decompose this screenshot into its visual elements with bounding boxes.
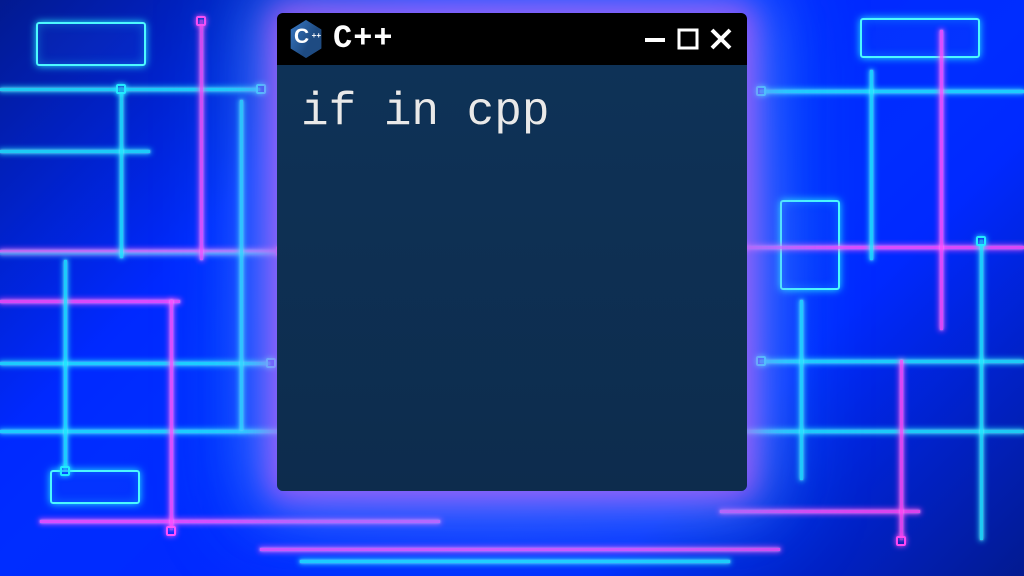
cpp-logo-icon: C ++ xyxy=(289,20,323,58)
minimize-button[interactable] xyxy=(643,27,667,51)
window-title: C++ xyxy=(333,23,643,55)
maximize-button[interactable] xyxy=(677,28,699,50)
window-controls xyxy=(643,27,733,51)
close-icon xyxy=(709,27,733,51)
maximize-icon xyxy=(677,28,699,50)
titlebar[interactable]: C ++ C++ xyxy=(277,13,747,65)
terminal-body[interactable]: if in cpp xyxy=(277,65,747,491)
terminal-window: C ++ C++ if in cpp xyxy=(277,13,747,491)
minimize-icon xyxy=(643,27,667,51)
logo-letter: C xyxy=(294,26,309,47)
close-button[interactable] xyxy=(709,27,733,51)
terminal-content: if in cpp xyxy=(301,87,723,138)
logo-plusplus: ++ xyxy=(312,32,321,40)
